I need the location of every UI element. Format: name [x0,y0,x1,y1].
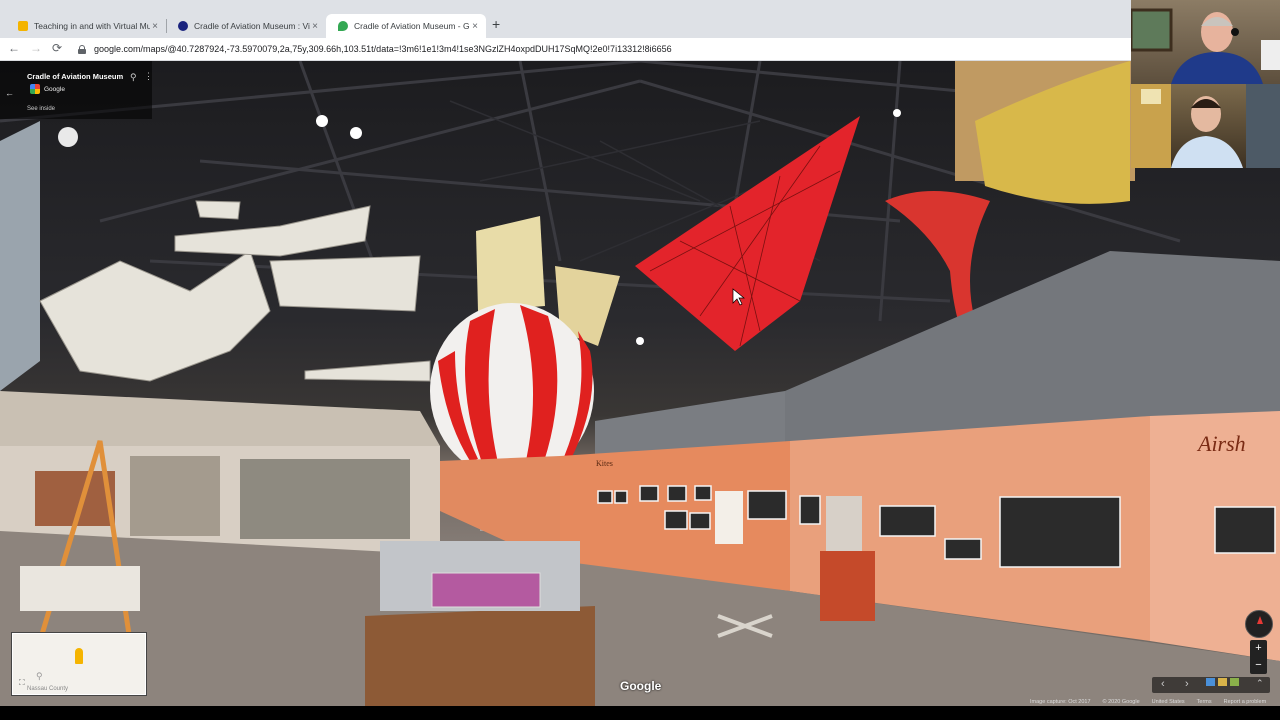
back-arrow-icon[interactable]: ← [5,88,14,98]
photo-thumbnail[interactable] [1218,678,1227,686]
minimap-label: Nassau County [27,686,69,692]
forward-icon[interactable]: → [29,41,43,55]
browser-tab-bar: Teaching in and with Virtual Mus × Cradl… [0,0,1131,38]
zoom-out-button[interactable]: − [1250,657,1267,674]
tab-title: Cradle of Aviation Museum - Go [354,21,470,31]
pegman-icon[interactable] [75,648,83,664]
screen: Teaching in and with Virtual Mus × Cradl… [0,0,1280,720]
place-name[interactable]: Cradle of Aviation Museum [27,72,123,81]
more-options-icon[interactable]: ⋮ [144,71,153,82]
photo-navigation: ‹ › ⌃ [1152,677,1270,693]
photo-thumbnail[interactable] [1230,678,1239,686]
museum-site-icon [178,21,188,31]
webcam-participant-2 [1131,84,1280,168]
new-tab-button[interactable]: + [492,16,500,32]
tab-title: Teaching in and with Virtual Mus [34,21,150,31]
next-photo-icon[interactable]: › [1185,678,1189,690]
lock-icon [78,44,86,54]
back-icon[interactable]: ← [7,41,21,55]
photo-thumbnail[interactable] [1206,678,1215,686]
expand-map-icon[interactable]: ⛶ [19,678,25,688]
exhibit-heading: Airsh [1198,431,1246,456]
letterbox-bar [0,706,1280,720]
tab-teaching[interactable]: Teaching in and with Virtual Mus × [6,14,166,38]
participant-video [1131,84,1280,168]
browser-toolbar: ← → ⟳ google.com/maps/@40.7287924,-73.59… [0,38,1131,61]
zoom-in-button[interactable]: + [1250,640,1267,657]
google-photo-icon [30,84,40,94]
street-view-panorama[interactable]: Airsh Kites [0,61,1280,706]
participant-video [1131,8,1280,84]
address-bar[interactable]: google.com/maps/@40.7287924,-73.5970079,… [78,41,1118,57]
slides-icon [18,21,28,31]
location-pin-icon: ⚲ [36,671,43,681]
photo-source[interactable]: Google [44,86,65,93]
reload-icon[interactable]: ⟳ [50,41,64,55]
tab-museum-visit[interactable]: Cradle of Aviation Museum : Visi × [166,14,326,38]
url-text: google.com/maps/@40.7287924,-73.5970079,… [94,44,672,54]
prev-photo-icon[interactable]: ‹ [1161,678,1165,690]
close-icon[interactable]: × [150,21,160,32]
museum-interior-illustration [0,61,1280,706]
close-icon[interactable]: × [310,21,320,32]
minimap[interactable]: ⚲ ⛶ Nassau County [12,633,146,695]
webcam-participant-1 [1131,0,1280,84]
maps-pin-icon [338,21,348,31]
tab-title: Cradle of Aviation Museum : Visi [194,21,310,31]
compass-icon[interactable] [1245,610,1273,638]
collapse-icon[interactable]: ⌃ [1256,678,1264,689]
place-info-card: ← Cradle of Aviation Museum ⚲ ⋮ Google S… [0,61,153,119]
zoom-control: + − [1250,640,1267,674]
close-icon[interactable]: × [470,21,480,32]
map-pin-icon[interactable]: ⚲ [130,72,137,83]
tab-google-maps[interactable]: Cradle of Aviation Museum - Go × [326,14,486,38]
google-watermark: Google [620,679,662,693]
exhibit-caption: Kites [596,459,613,468]
see-inside-link[interactable]: See inside [27,106,55,112]
